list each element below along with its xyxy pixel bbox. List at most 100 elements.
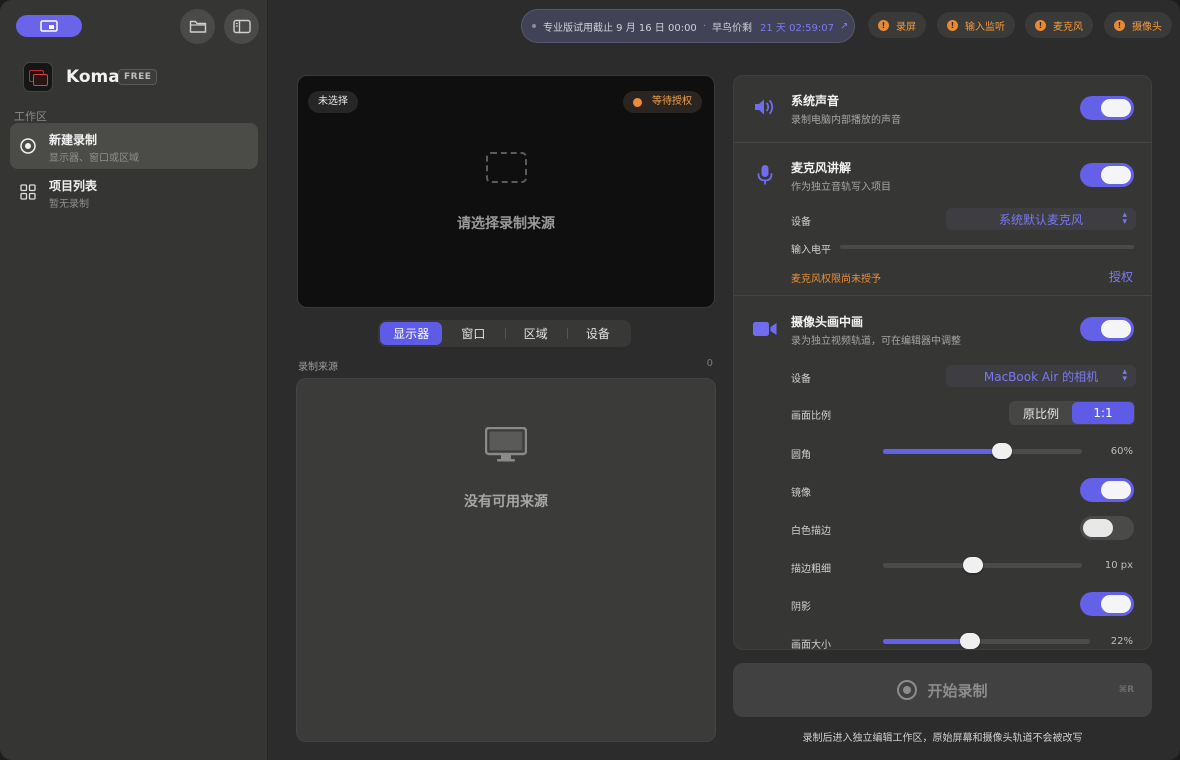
section-divider [734, 295, 1151, 296]
authorization-status-badge[interactable]: 等待授权 [623, 91, 702, 113]
app-window: Koma FREE 工作区 新建录制 显示器、窗口或区域 项目列表 暂无录制 专… [0, 0, 1180, 760]
system-audio-subtitle: 录制电脑内部播放的声音 [791, 115, 901, 126]
microphone-icon [752, 162, 778, 188]
permission-screen-badge[interactable]: ! 录屏 [868, 12, 926, 38]
sidebar-item-projects[interactable]: 项目列表 暂无录制 [10, 169, 258, 215]
permission-mic-badge[interactable]: ! 麦克风 [1025, 12, 1093, 38]
app-name: Koma [66, 67, 120, 87]
sidebar-item-new-recording[interactable]: 新建录制 显示器、窗口或区域 [10, 123, 258, 169]
camera-device-select[interactable]: MacBook Air 的相机 ▴ ▾ [946, 365, 1136, 387]
camera-device-value: MacBook Air 的相机 [983, 369, 1099, 384]
system-audio-title: 系统声音 [791, 94, 840, 108]
ratio-option-original[interactable]: 原比例 [1010, 402, 1072, 424]
authorize-link[interactable]: 授权 [1109, 268, 1133, 285]
plan-badge: FREE [118, 69, 158, 85]
permission-camera-badge[interactable]: ! 摄像头 [1104, 12, 1172, 38]
tab-device[interactable]: 设备 [566, 322, 629, 345]
corner-radius-value: 60% [1110, 446, 1133, 457]
workspace-section-label: 工作区 [14, 110, 47, 123]
mic-device-select[interactable]: 系统默认麦克风 ▴ ▾ [946, 208, 1136, 230]
sources-list: 没有可用来源 [296, 378, 716, 742]
footer-note: 录制后进入独立编辑工作区，原始屏幕和摄像头轨道不会被改写 [802, 733, 1083, 744]
authorization-status-label: 等待授权 [652, 96, 692, 107]
aspect-ratio-label: 画面比例 [791, 411, 831, 422]
source-type-tabs: 显示器 窗口 区域 设备 [378, 320, 631, 347]
status-dot [532, 24, 536, 28]
toggle-sidebar-button[interactable] [224, 9, 259, 44]
slider-fill [883, 449, 1003, 454]
permission-label: 摄像头 [1132, 21, 1162, 33]
sidebar-item-subtitle: 暂无录制 [49, 199, 89, 210]
permission-label: 麦克风 [1053, 21, 1083, 33]
permission-input-badge[interactable]: ! 输入监听 [937, 12, 1015, 38]
ratio-option-square[interactable]: 1:1 [1072, 402, 1134, 424]
slider-thumb[interactable] [962, 557, 983, 573]
mirror-toggle[interactable] [1080, 478, 1134, 502]
frame-size-value: 22% [1110, 636, 1133, 647]
chevron-updown-icon: ▴ ▾ [1122, 367, 1127, 384]
slider-thumb[interactable] [992, 443, 1013, 459]
white-border-label: 白色描边 [791, 526, 831, 537]
record-icon [18, 136, 38, 156]
mic-subtitle: 作为独立音轨写入项目 [791, 182, 891, 193]
countdown-timer: 21 天 02:59:07 [760, 22, 834, 34]
frame-size-label: 画面大小 [791, 640, 831, 650]
system-audio-toggle[interactable] [1080, 96, 1134, 120]
permission-label: 录屏 [896, 21, 916, 33]
chevron-updown-icon: ▴ ▾ [1122, 210, 1127, 227]
trial-text: 专业版试用截止 9 月 16 日 00:00 [543, 22, 697, 34]
corner-radius-slider[interactable] [883, 443, 1082, 459]
frame-size-slider[interactable] [883, 633, 1090, 649]
recording-preview: 未选择 等待授权 请选择录制来源 [297, 75, 715, 308]
warning-icon: ! [878, 19, 889, 31]
camera-toggle[interactable] [1080, 317, 1134, 341]
stroke-width-slider[interactable] [883, 557, 1082, 573]
separator: · [702, 20, 706, 32]
sources-count: 0 [706, 358, 713, 369]
monitor-icon [485, 427, 527, 462]
mic-device-value: 系统默认麦克风 [998, 212, 1083, 227]
shortcut-hint: ⌘R [1118, 685, 1134, 695]
stroke-width-label: 描边粗细 [791, 564, 831, 575]
selection-status-badge: 未选择 [308, 91, 358, 113]
input-level-meter [840, 245, 1134, 249]
folder-icon [189, 20, 206, 33]
tab-window[interactable]: 窗口 [442, 322, 504, 345]
tab-region[interactable]: 区域 [504, 322, 567, 345]
mic-permission-warning: 麦克风权限尚未授予 [791, 274, 881, 285]
camera-icon [752, 316, 778, 342]
sources-label: 录制来源 [298, 362, 338, 373]
start-recording-button[interactable]: 开始录制 ⌘R [733, 663, 1152, 717]
empty-sources-message: 没有可用来源 [464, 494, 548, 510]
warning-icon: ! [1114, 19, 1125, 31]
sidebar-item-subtitle: 显示器、窗口或区域 [49, 153, 139, 164]
screen-record-mode-button[interactable] [16, 15, 82, 37]
trial-banner[interactable]: 专业版试用截止 9 月 16 日 00:00 · 早鸟价剩 21 天 02:59… [521, 9, 855, 43]
external-link-icon: ↗ [840, 20, 849, 32]
sidebar-item-title: 项目列表 [49, 179, 98, 193]
grid-icon [18, 182, 38, 202]
app-logo [23, 62, 53, 92]
camera-subtitle: 录为独立视频轨道，可在编辑器中调整 [791, 336, 961, 347]
warning-icon: ! [947, 19, 958, 31]
slider-thumb[interactable] [959, 633, 980, 649]
shadow-label: 阴影 [791, 602, 811, 613]
camera-device-label: 设备 [791, 374, 811, 385]
tab-display[interactable]: 显示器 [380, 322, 443, 345]
mirror-label: 镜像 [791, 488, 811, 499]
camera-title: 摄像头画中画 [791, 315, 864, 329]
slider-fill [883, 639, 970, 644]
preview-prompt: 请选择录制来源 [457, 216, 555, 232]
section-divider [734, 142, 1151, 143]
mic-title: 麦克风讲解 [791, 161, 852, 175]
record-icon [897, 680, 918, 700]
corner-radius-label: 圆角 [791, 450, 811, 461]
aspect-ratio-segmented: 原比例 1:1 [1009, 401, 1135, 425]
mic-toggle[interactable] [1080, 163, 1134, 187]
status-dot [633, 97, 642, 107]
white-border-toggle[interactable] [1080, 516, 1134, 540]
open-folder-button[interactable] [180, 9, 215, 44]
screen-record-icon [40, 20, 58, 32]
sidebar-icon [232, 19, 251, 34]
shadow-toggle[interactable] [1080, 592, 1134, 616]
